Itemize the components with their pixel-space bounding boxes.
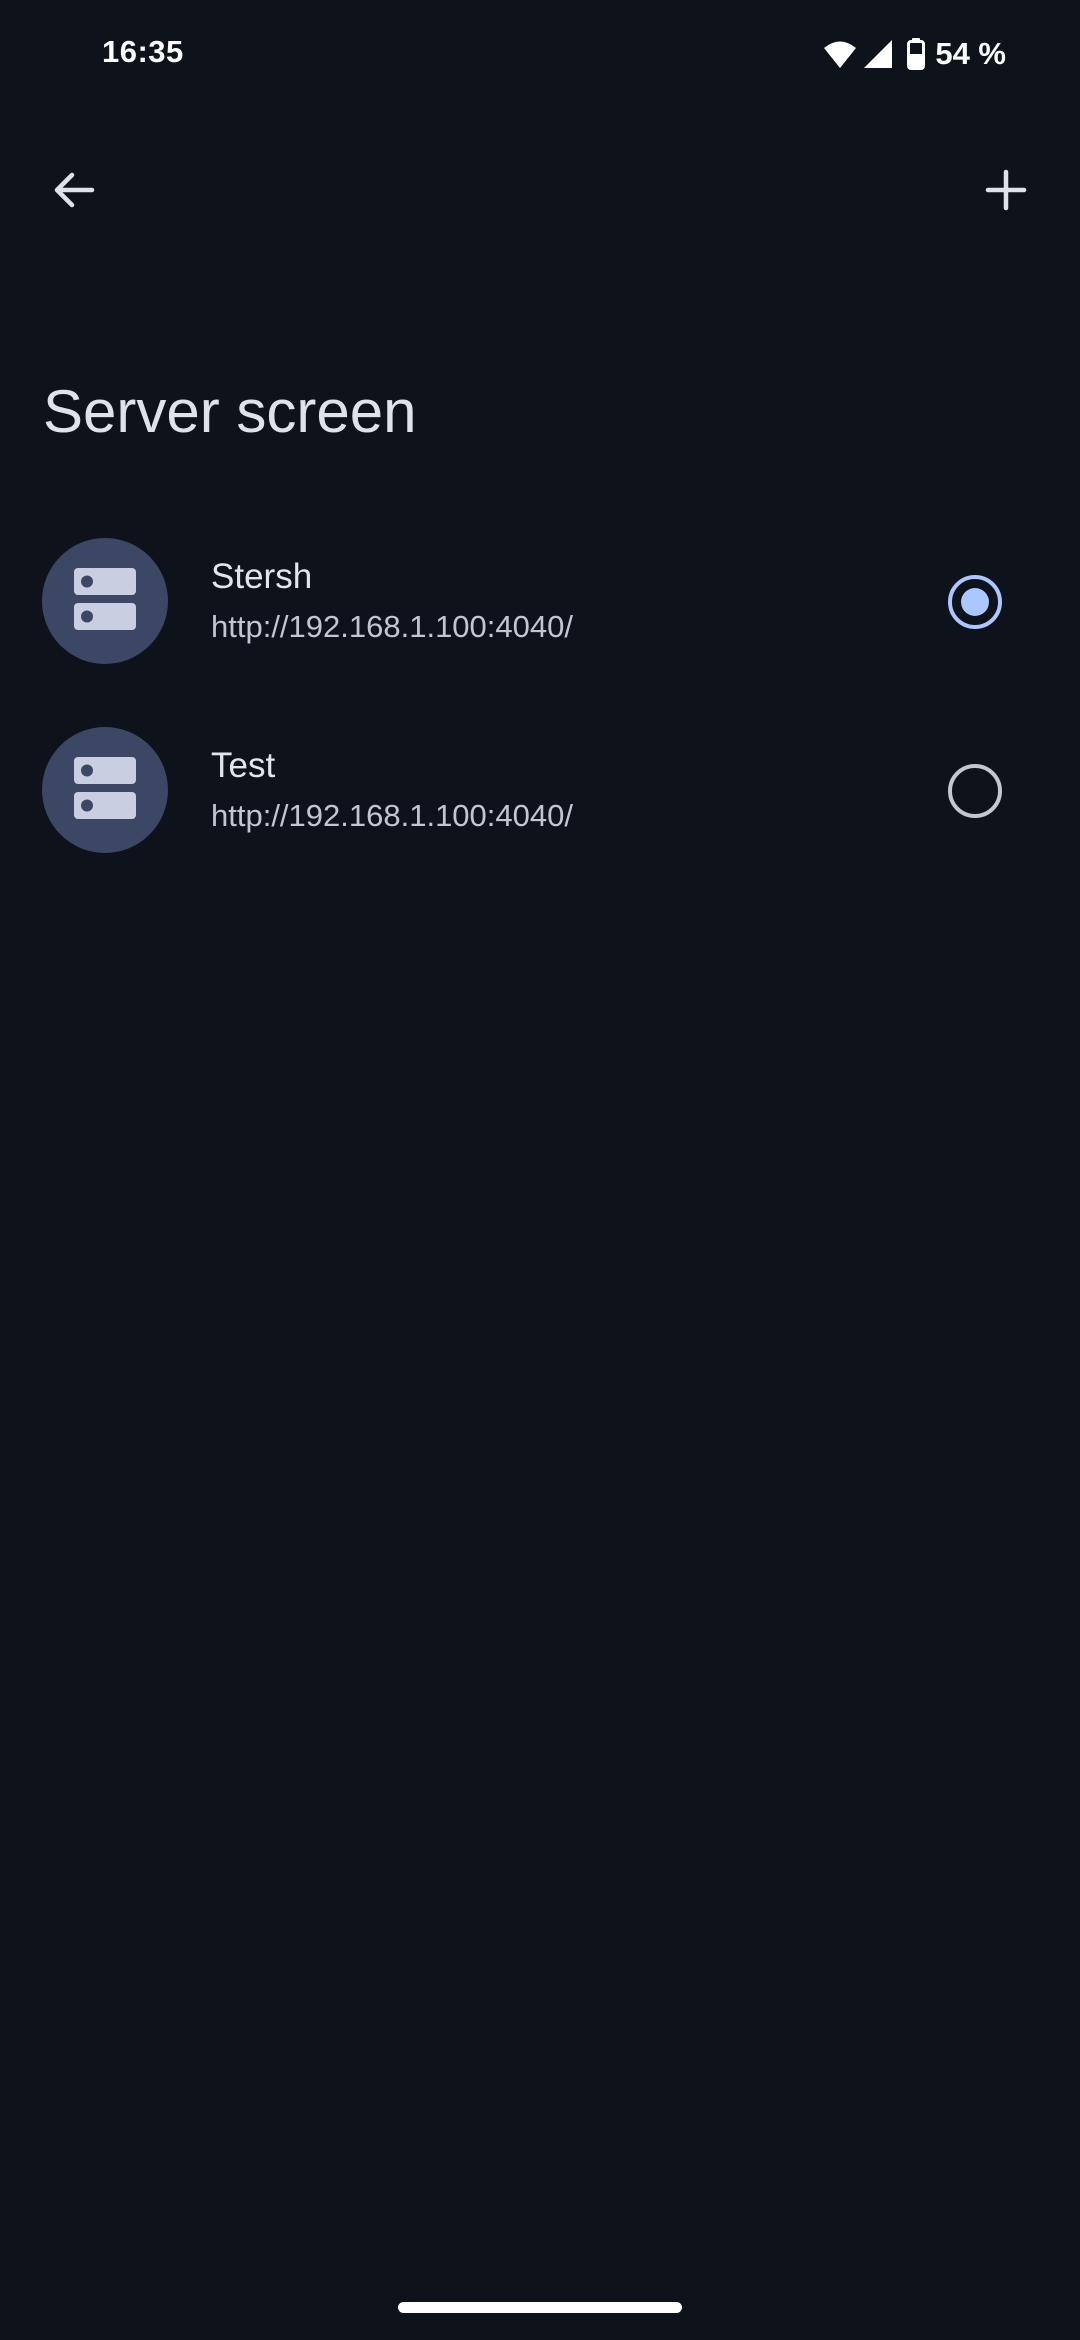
server-url: http://192.168.1.100:4040/ — [211, 609, 573, 644]
status-bar: 16:35 54 % — [0, 0, 1080, 110]
status-time: 16:35 — [102, 34, 184, 69]
cellular-signal-icon — [863, 39, 893, 69]
server-name: Test — [211, 746, 276, 785]
server-radio-button[interactable] — [948, 764, 1002, 818]
server-url: http://192.168.1.100:4040/ — [211, 798, 573, 833]
back-button[interactable] — [26, 144, 122, 240]
gesture-navigation-handle[interactable] — [398, 2302, 682, 2313]
plus-icon — [984, 168, 1028, 217]
add-server-button[interactable] — [958, 144, 1054, 240]
battery-percentage: 54 % — [935, 36, 1006, 71]
server-avatar — [42, 538, 168, 664]
server-list-item[interactable]: Test http://192.168.1.100:4040/ — [0, 714, 1080, 903]
server-avatar — [42, 727, 168, 853]
server-list: Stersh http://192.168.1.100:4040/ Test h… — [0, 525, 1080, 903]
server-icon — [72, 566, 138, 637]
arrow-back-icon — [50, 166, 98, 219]
server-list-item[interactable]: Stersh http://192.168.1.100:4040/ — [0, 525, 1080, 714]
page-title: Server screen — [43, 378, 417, 445]
server-radio-button[interactable] — [948, 575, 1002, 629]
top-app-bar — [0, 140, 1080, 244]
status-icons: 54 % — [823, 36, 1006, 72]
server-name: Stersh — [211, 557, 313, 596]
wifi-icon — [823, 39, 857, 69]
server-icon — [72, 755, 138, 826]
battery-icon — [907, 38, 926, 70]
